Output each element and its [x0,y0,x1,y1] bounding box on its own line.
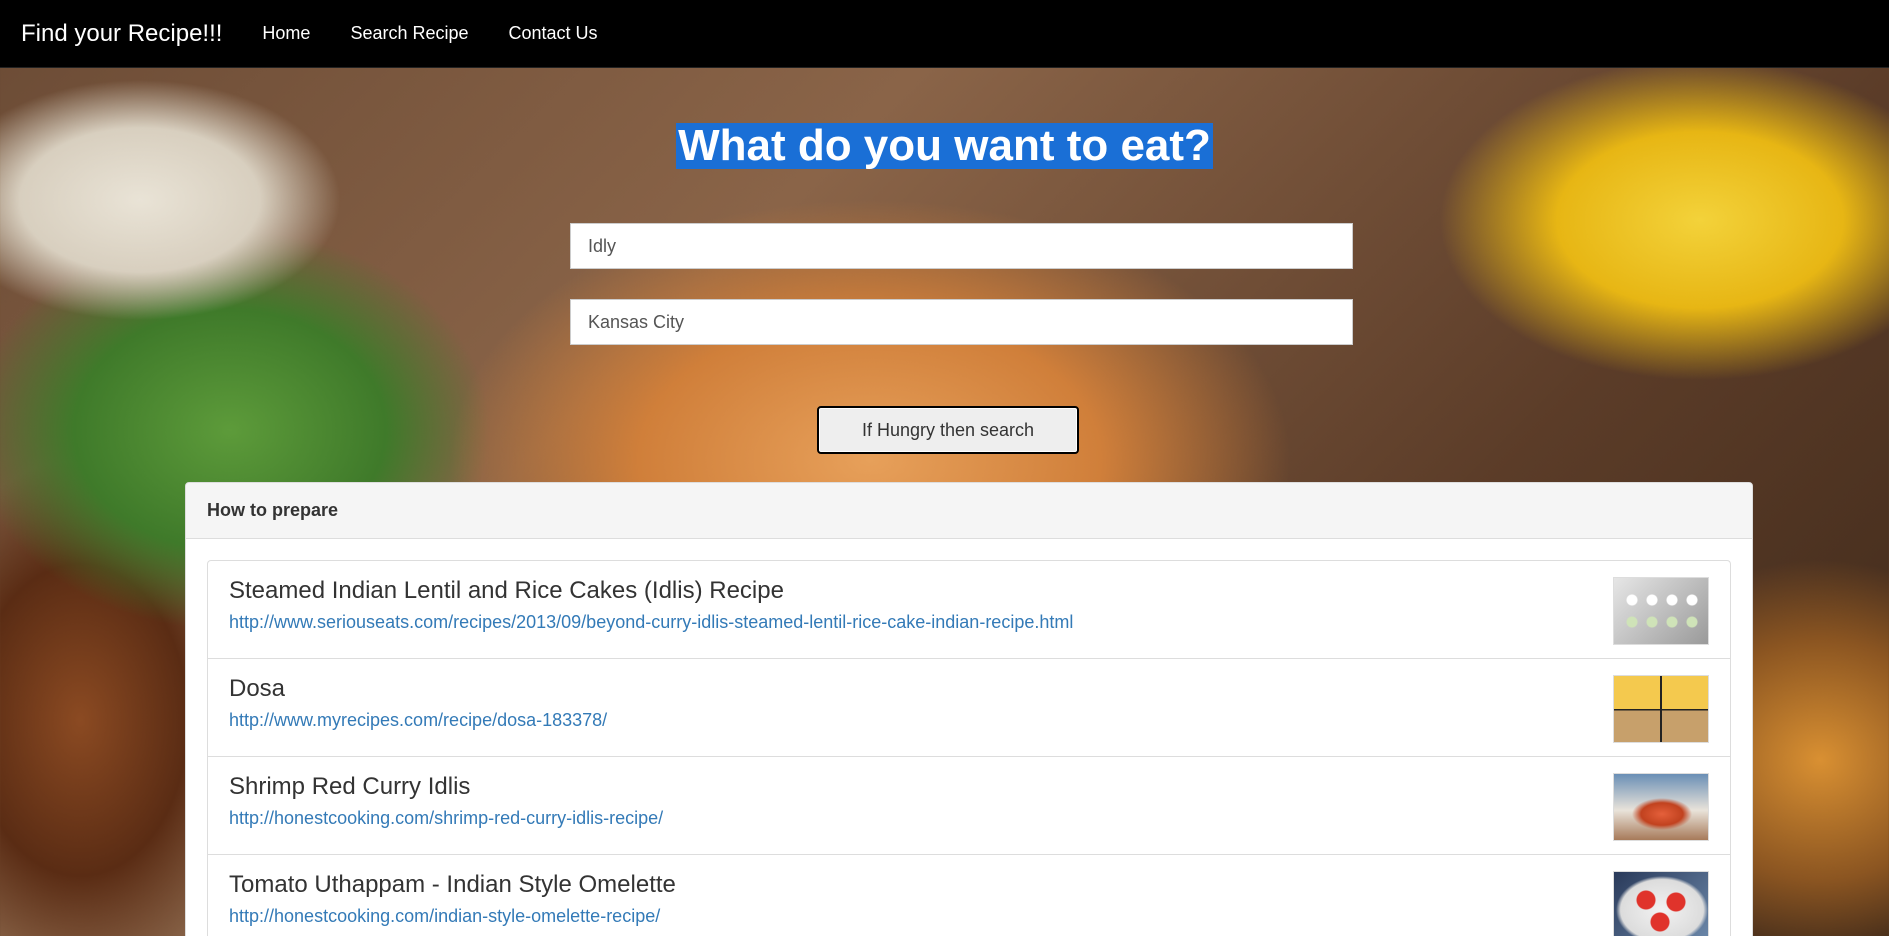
recipe-list-item: Tomato Uthappam - Indian Style Omelette … [208,855,1730,936]
top-navbar: Find your Recipe!!! Home Search Recipe C… [0,0,1889,68]
recipe-thumbnail-image [1613,577,1709,645]
recipe-link[interactable]: http://honestcooking.com/indian-style-om… [229,906,1709,927]
recipe-link[interactable]: http://honestcooking.com/shrimp-red-curr… [229,808,1709,829]
dish-search-input[interactable] [570,223,1353,269]
recipe-title: Steamed Indian Lentil and Rice Cakes (Id… [229,577,784,604]
recipe-list-item: Shrimp Red Curry Idlis http://honestcook… [208,757,1730,855]
recipe-thumbnail-image [1613,871,1709,936]
city-search-input[interactable] [570,299,1353,345]
nav-links: Home Search Recipe Contact Us [242,23,617,44]
recipe-list-item: Dosa http://www.myrecipes.com/recipe/dos… [208,659,1730,757]
hero-title: What do you want to eat? [676,121,1213,170]
recipe-link[interactable]: http://www.myrecipes.com/recipe/dosa-183… [229,710,1709,731]
recipe-list-item: Steamed Indian Lentil and Rice Cakes (Id… [208,561,1730,659]
nav-link-contact-us[interactable]: Contact Us [489,23,618,44]
recipe-title: Dosa [229,675,286,702]
results-panel: How to prepare Steamed Indian Lentil and… [185,482,1753,936]
nav-link-search-recipe[interactable]: Search Recipe [330,23,488,44]
recipe-link[interactable]: http://www.seriouseats.com/recipes/2013/… [229,612,1709,633]
brand-logo[interactable]: Find your Recipe!!! [21,20,222,48]
recipe-thumbnail-image [1613,773,1709,841]
search-button[interactable]: If Hungry then search [817,406,1079,454]
recipe-thumbnail-image [1613,675,1709,743]
recipe-title: Shrimp Red Curry Idlis [229,773,471,800]
hero-title-wrap: What do you want to eat? [0,123,1889,169]
nav-link-home[interactable]: Home [242,23,330,44]
results-list: Steamed Indian Lentil and Rice Cakes (Id… [207,560,1731,936]
recipe-title: Tomato Uthappam - Indian Style Omelette [229,871,676,898]
results-heading: How to prepare [186,483,1752,539]
